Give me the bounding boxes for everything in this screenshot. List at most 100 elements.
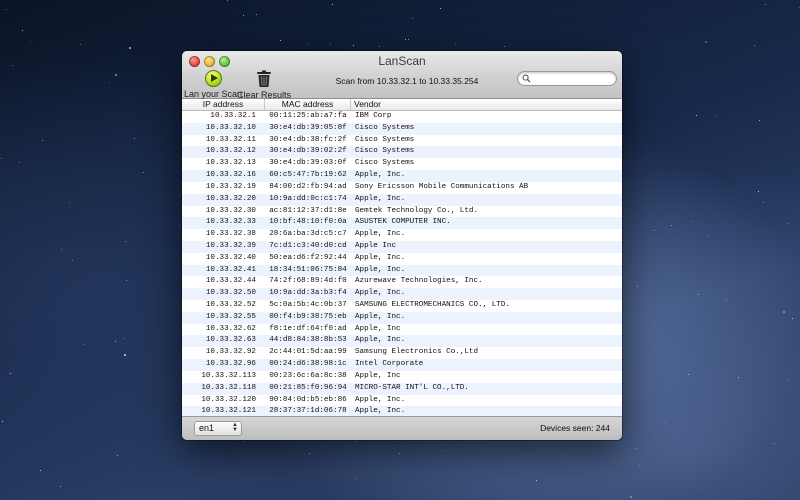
- vendor-cell: Apple, Inc.: [355, 336, 406, 345]
- vendor-cell: Apple, Inc.: [355, 253, 406, 262]
- vendor-column-header[interactable]: Vendor: [351, 99, 622, 110]
- vendor-cell: ASUSTEK COMPUTER INC.: [355, 218, 451, 227]
- mac-cell: 10:9a:dd:0c:c1:74: [269, 194, 347, 203]
- table-row[interactable]: 10.33.32.33 10:bf:48:10:f0:0a ASUSTEK COMP…: [182, 217, 622, 230]
- devices-seen-count: Devices seen: 244: [540, 423, 610, 433]
- ip-cell: 10.33.32.39: [205, 241, 256, 250]
- status-bar: en1 ▲ ▼ Devices seen: 244: [182, 416, 622, 440]
- vendor-cell: Cisco Systems: [355, 159, 415, 168]
- vendor-cell: Apple Inc: [355, 241, 397, 250]
- table-row[interactable]: 10.33.32.52 5c:0a:5b:4c:0b:37 SAMSUNG ELEC…: [182, 300, 622, 312]
- mac-cell: 30:e4:db:39:02:2f: [269, 147, 347, 156]
- magnifier-icon: [522, 74, 531, 83]
- mac-cell: 10:bf:48:10:f0:0a: [269, 218, 347, 227]
- mac-cell: 30:e4:db:38:fc:2f: [269, 135, 347, 144]
- mac-column-header[interactable]: MAC address: [265, 99, 351, 110]
- mac-cell: f8:1e:df:64:f0:ad: [269, 324, 347, 333]
- table-row[interactable]: 10.33.32.20 10:9a:dd:0c:c1:74 Apple, Inc.: [182, 193, 622, 206]
- device-table: IP address MAC address Vendor 10.33.32.1…: [182, 99, 622, 417]
- ip-cell: 10.33.32.50: [205, 289, 256, 298]
- lanscan-window: LanScan Lan your Scan Clear Results Scan…: [182, 51, 622, 440]
- table-row[interactable]: 10.33.32.120 90:84:0d:b5:eb:86 Apple, Inc.: [182, 395, 622, 407]
- scan-button-label: Lan your Scan: [183, 89, 243, 99]
- vendor-cell: Apple, Inc.: [355, 230, 406, 239]
- table-row[interactable]: 10.33.32.118 00:21:85:f0:96:94 MICRO-STAR …: [182, 382, 622, 395]
- mac-cell: 28:6a:ba:3d:c5:c7: [269, 230, 347, 239]
- ip-cell: 10.33.32.62: [205, 324, 256, 333]
- ip-cell: 10.33.32.10: [205, 123, 256, 132]
- mac-cell: 7c:d1:c3:40:d0:cd: [269, 241, 347, 250]
- ip-cell: 10.33.32.96: [205, 360, 256, 369]
- mac-cell: 00:23:6c:6a:8c:38: [269, 371, 347, 380]
- search-input[interactable]: [532, 72, 610, 85]
- table-row[interactable]: 10.33.32.10 30:e4:db:39:05:8f Cisco System…: [182, 122, 622, 135]
- mac-cell: 18:34:51:06:75:84: [269, 265, 347, 274]
- mac-cell: 44:d8:84:38:8b:53: [269, 336, 347, 345]
- table-row[interactable]: 10.33.32.30 ac:81:12:37:d1:8e Gemtek Techn…: [182, 206, 622, 218]
- search-field[interactable]: [517, 71, 617, 86]
- ip-cell: 10.33.32.16: [205, 171, 256, 180]
- play-icon: [204, 70, 222, 87]
- table-row[interactable]: 10.33.32.38 28:6a:ba:3d:c5:c7 Apple, Inc.: [182, 229, 622, 241]
- table-row[interactable]: 10.33.32.39 7c:d1:c3:40:d0:cd Apple Inc: [182, 240, 622, 253]
- table-row[interactable]: 10.33.32.1 00:11:25:ab:a7:fa IBM Corp: [182, 111, 622, 123]
- vendor-cell: Gemtek Technology Co., Ltd.: [355, 206, 479, 215]
- table-row[interactable]: 10.33.32.19 84:00:d2:fb:94:ad Sony Ericsso…: [182, 182, 622, 194]
- table-row[interactable]: 10.33.32.62 f8:1e:df:64:f0:ad Apple, Inc: [182, 324, 622, 336]
- ip-cell: 10.33.32.41: [205, 265, 256, 274]
- table-row[interactable]: 10.33.32.44 74:2f:68:89:4d:f0 Azurewave Te…: [182, 276, 622, 288]
- ip-cell: 10.33.32.11: [205, 135, 256, 144]
- vendor-cell: Cisco Systems: [355, 147, 415, 156]
- table-row[interactable]: 10.33.32.113 00:23:6c:6a:8c:38 Apple, Inc: [182, 371, 622, 383]
- ip-cell: 10.33.32.40: [205, 253, 256, 262]
- mac-cell: 00:11:25:ab:a7:fa: [269, 112, 347, 120]
- table-row[interactable]: 10.33.32.13 30:e4:db:39:03:0f Cisco System…: [182, 158, 622, 170]
- table-row[interactable]: 10.33.32.50 10:9a:dd:3a:b3:f4 Apple, Inc.: [182, 288, 622, 300]
- vendor-cell: Cisco Systems: [355, 135, 415, 144]
- table-row[interactable]: 10.33.32.41 18:34:51:06:75:84 Apple, Inc.: [182, 264, 622, 277]
- vendor-cell: Cisco Systems: [355, 123, 415, 132]
- mac-cell: 5c:0a:5b:4c:0b:37: [269, 301, 347, 309]
- table-row[interactable]: 10.33.32.96 00:24:d6:38:98:1c Intel Corpor…: [182, 359, 622, 371]
- ip-cell: 10.33.32.1: [210, 112, 256, 120]
- vendor-cell: Apple, Inc.: [355, 194, 406, 203]
- ip-cell: 10.33.32.19: [205, 182, 256, 191]
- table-row[interactable]: 10.33.32.12 30:e4:db:39:02:2f Cisco System…: [182, 146, 622, 159]
- vendor-cell: Apple, Inc.: [355, 312, 406, 321]
- vendor-cell: Samsung Electronics Co.,Ltd: [355, 348, 479, 357]
- interface-value: en1: [199, 423, 215, 433]
- vendor-cell: Apple, Inc.: [355, 265, 406, 274]
- mac-cell: 74:2f:68:89:4d:f0: [269, 277, 347, 286]
- mac-cell: 60:c5:47:7b:19:62: [269, 171, 347, 180]
- ip-cell: 10.33.32.63: [205, 336, 256, 345]
- ip-cell: 10.33.32.33: [205, 218, 256, 227]
- table-row[interactable]: 10.33.32.16 60:c5:47:7b:19:62 Apple, Inc.: [182, 170, 622, 182]
- vendor-cell: Azurewave Technologies, Inc.: [355, 277, 483, 286]
- trash-icon: [257, 70, 271, 87]
- ip-cell: 10.33.32.55: [205, 312, 256, 321]
- mac-cell: ac:81:12:37:d1:8e: [269, 206, 347, 215]
- ip-cell: 10.33.32.13: [205, 159, 256, 168]
- mac-cell: 00:f4:b9:38:75:eb: [269, 312, 347, 321]
- table-row[interactable]: 10.33.32.11 30:e4:db:38:fc:2f Cisco System…: [182, 135, 622, 147]
- vendor-cell: Apple, Inc: [355, 371, 401, 380]
- mac-cell: 50:ea:d6:f2:92:44: [269, 253, 347, 262]
- mac-cell: 30:e4:db:39:05:8f: [269, 123, 347, 132]
- scan-range-text: Scan from 10.33.32.1 to 10.33.35.254: [335, 76, 479, 86]
- table-row[interactable]: 10.33.32.40 50:ea:d6:f2:92:44 Apple, Inc.: [182, 253, 622, 265]
- vendor-cell: Apple, Inc.: [355, 395, 406, 404]
- table-row[interactable]: 10.33.32.55 00:f4:b9:38:75:eb Apple, Inc.: [182, 311, 622, 324]
- ip-cell: 10.33.32.113: [201, 371, 256, 380]
- interface-popup[interactable]: en1 ▲ ▼: [194, 421, 242, 436]
- table-row[interactable]: 10.33.32.63 44:d8:84:38:8b:53 Apple, Inc.: [182, 335, 622, 348]
- vendor-cell: SAMSUNG ELECTROMECHANICS CO., LTD.: [355, 301, 510, 309]
- vendor-cell: Apple, Inc.: [355, 289, 406, 298]
- vendor-cell: Sony Ericsson Mobile Communications AB: [355, 182, 529, 191]
- vendor-cell: Intel Corporate: [355, 360, 424, 369]
- scan-button[interactable]: Lan your Scan: [183, 70, 243, 99]
- table-row[interactable]: 10.33.32.92 2c:44:01:5d:aa:99 Samsung Elec…: [182, 347, 622, 359]
- ip-cell: 10.33.32.120: [201, 395, 256, 404]
- ip-cell: 10.33.32.20: [205, 194, 256, 203]
- ip-column-header[interactable]: IP address: [182, 99, 265, 110]
- clear-results-button[interactable]: Clear Results: [237, 70, 291, 100]
